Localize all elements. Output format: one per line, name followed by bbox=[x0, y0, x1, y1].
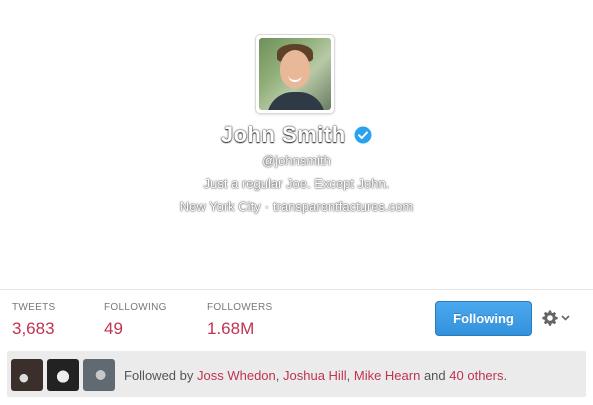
profile-card: John Smith @johnsmith Just a regular Joe… bbox=[0, 0, 593, 405]
gear-icon bbox=[542, 310, 558, 326]
name-row: John Smith bbox=[0, 122, 593, 148]
followed-by-bar: Followed by Joss Whedon, Joshua Hill, Mi… bbox=[7, 351, 586, 397]
period: . bbox=[503, 368, 508, 383]
follower-link-joshua-hill[interactable]: Joshua Hill bbox=[283, 368, 347, 383]
stat-following-label: FOLLOWING bbox=[104, 302, 167, 313]
stat-tweets[interactable]: TWEETS 3,683 bbox=[12, 302, 55, 339]
stat-followers-value: 1.68M bbox=[207, 319, 255, 338]
stat-followers[interactable]: FOLLOWERS 1.68M bbox=[207, 302, 273, 339]
follower-link-joss-whedon[interactable]: Joss Whedon bbox=[197, 368, 276, 383]
profile-handle: @johnsmith bbox=[262, 153, 331, 168]
avatar-photo bbox=[259, 38, 331, 110]
meta-separator: · bbox=[264, 199, 270, 214]
follower-link-mike-hearn[interactable]: Mike Hearn bbox=[354, 368, 420, 383]
followed-by-prefix: Followed by bbox=[124, 368, 194, 383]
profile-bio: Just a regular Joe. Except John. bbox=[203, 176, 390, 191]
stat-followers-label: FOLLOWERS bbox=[207, 302, 273, 313]
avatar-face bbox=[280, 50, 310, 88]
stat-tweets-value: 3,683 bbox=[12, 319, 55, 338]
profile-name: John Smith bbox=[220, 122, 346, 147]
others-link[interactable]: 40 others bbox=[449, 368, 503, 383]
stat-tweets-label: TWEETS bbox=[12, 302, 56, 313]
stat-following[interactable]: FOLLOWING 49 bbox=[104, 302, 167, 339]
avatar-shirt bbox=[267, 92, 325, 110]
profile-location: New York City bbox=[179, 199, 261, 214]
profile-stats: TWEETS 3,683 FOLLOWING 49 FOLLOWERS 1.68… bbox=[0, 290, 593, 345]
and-word: and bbox=[423, 368, 446, 383]
caret-down-icon bbox=[561, 315, 570, 321]
user-actions-menu[interactable] bbox=[542, 307, 576, 329]
follower-avatar[interactable] bbox=[47, 359, 79, 391]
stat-following-value: 49 bbox=[104, 319, 123, 338]
comma: , bbox=[275, 368, 280, 383]
follower-avatar[interactable] bbox=[83, 359, 115, 391]
follower-avatar[interactable] bbox=[11, 359, 43, 391]
followed-by-text: Followed by Joss Whedon, Joshua Hill, Mi… bbox=[124, 368, 507, 383]
profile-avatar[interactable] bbox=[255, 34, 335, 114]
comma: , bbox=[346, 368, 351, 383]
profile-meta: New York City · transparentfactures.com bbox=[0, 199, 593, 214]
profile-header: John Smith @johnsmith Just a regular Joe… bbox=[0, 0, 593, 290]
profile-website-link[interactable]: transparentfactures.com bbox=[273, 199, 413, 214]
following-button[interactable]: Following bbox=[435, 301, 532, 336]
verified-badge-icon bbox=[354, 126, 372, 144]
